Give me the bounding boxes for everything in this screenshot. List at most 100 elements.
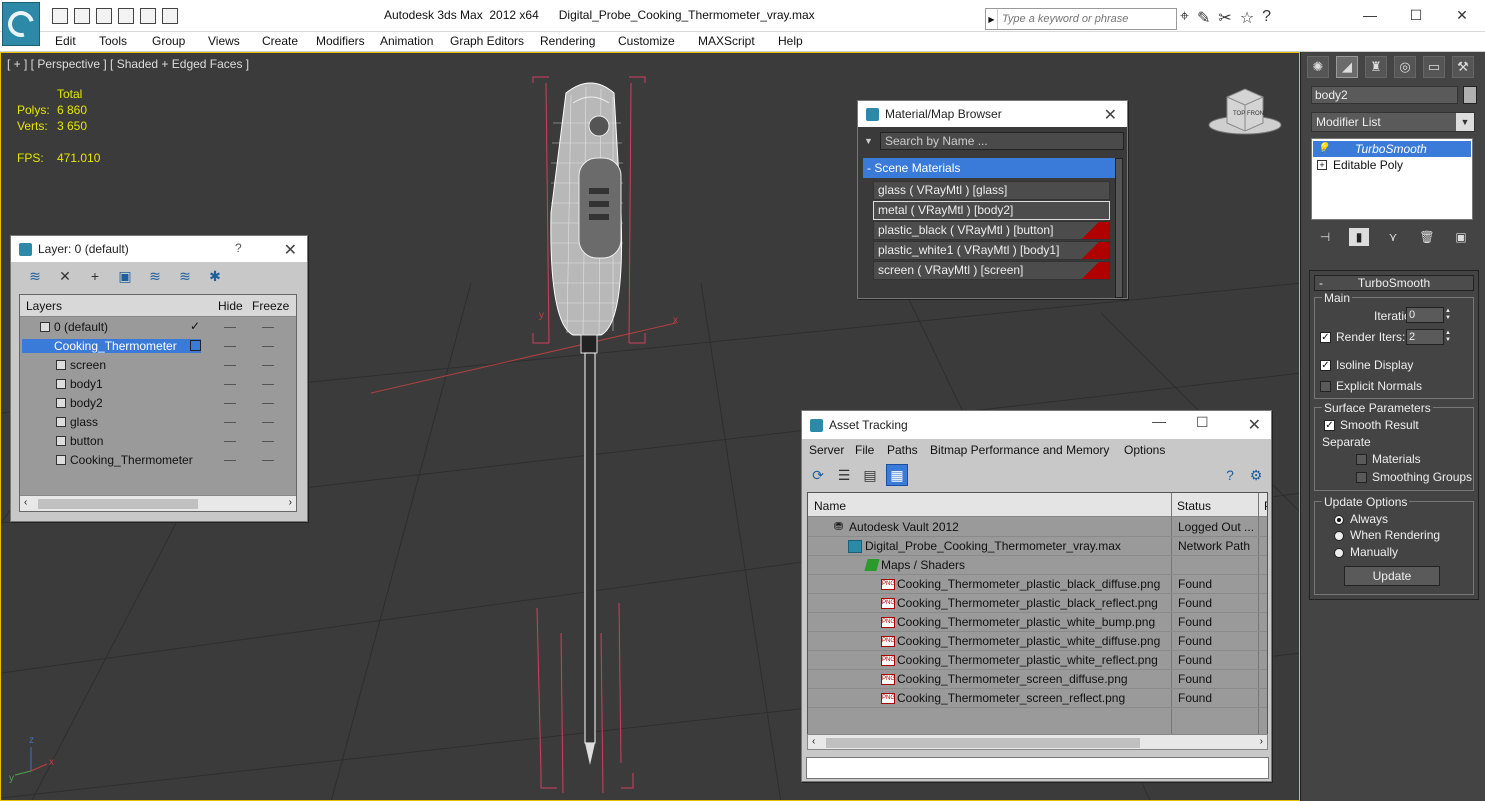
highlight-layer-icon[interactable]: ≋: [147, 268, 163, 284]
freeze-toggle[interactable]: [262, 346, 274, 347]
hide-all-icon[interactable]: ≋: [177, 268, 193, 284]
table-row[interactable]: PNG Cooking_Thermometer_plastic_white_re…: [808, 651, 1267, 670]
asset-horizontal-scrollbar[interactable]: ‹ ›: [807, 734, 1268, 750]
configure-modifier-sets-icon[interactable]: ▣: [1451, 228, 1471, 246]
open-folder-icon[interactable]: [52, 8, 68, 24]
hierarchy-tab-icon[interactable]: ♜: [1365, 56, 1387, 78]
scroll-right-icon[interactable]: ›: [1260, 736, 1263, 747]
layer-row[interactable]: Cooking_Thermometer: [20, 451, 296, 470]
table-row[interactable]: Maps / Shaders: [808, 556, 1267, 575]
asset-menu-options[interactable]: Options: [1124, 443, 1165, 457]
list-view-icon[interactable]: ☰: [836, 467, 852, 483]
vault-settings-icon[interactable]: ⚙: [1248, 467, 1264, 483]
table-row[interactable]: PNG Cooking_Thermometer_screen_diffuse.p…: [808, 670, 1267, 689]
tools-icon[interactable]: ✎: [1197, 8, 1210, 28]
render-iters-checkbox[interactable]: ✓: [1320, 332, 1331, 343]
utilities-tab-icon[interactable]: ⚒: [1452, 56, 1474, 78]
scroll-left-icon[interactable]: ‹: [24, 497, 27, 508]
freeze-toggle[interactable]: [262, 384, 274, 385]
freeze-toggle[interactable]: [262, 460, 274, 461]
new-scene-icon[interactable]: [140, 8, 156, 24]
col-freeze[interactable]: Freeze: [252, 299, 289, 313]
menu-maxscript[interactable]: MAXScript: [698, 34, 755, 48]
scroll-thumb[interactable]: [38, 499, 198, 509]
close-button[interactable]: ✕: [1439, 0, 1485, 30]
motion-tab-icon[interactable]: ◎: [1394, 56, 1416, 78]
freeze-toggle[interactable]: [262, 403, 274, 404]
hide-toggle[interactable]: [224, 327, 236, 328]
help-search-input[interactable]: [998, 10, 1174, 28]
stack-item-editable-poly[interactable]: + Editable Poly: [1313, 157, 1471, 173]
layer-row[interactable]: Cooking_Thermometer: [20, 337, 296, 356]
communication-center-icon[interactable]: ✂: [1218, 8, 1231, 28]
layer-horizontal-scrollbar[interactable]: ‹ ›: [20, 495, 296, 511]
material-browser-titlebar[interactable]: Material/Map Browser ✕: [858, 101, 1127, 127]
layer-row[interactable]: glass: [20, 413, 296, 432]
create-layer-icon[interactable]: ≋: [27, 268, 43, 284]
menu-views[interactable]: Views: [208, 34, 240, 48]
smoothing-groups-checkbox[interactable]: [1356, 472, 1367, 483]
project-folder-icon[interactable]: [162, 8, 178, 24]
asset-close-button[interactable]: ✕: [1248, 415, 1261, 435]
layer-dialog-close-button[interactable]: ✕: [284, 240, 297, 260]
hide-toggle[interactable]: [224, 384, 236, 385]
asset-menu-file[interactable]: File: [855, 443, 874, 457]
undo-icon[interactable]: [96, 8, 112, 24]
asset-menu-bitmap[interactable]: Bitmap Performance and Memory: [930, 443, 1109, 457]
scroll-right-icon[interactable]: ›: [289, 497, 292, 508]
refresh-icon[interactable]: ⟳: [810, 467, 826, 483]
freeze-all-icon[interactable]: ✱: [207, 268, 223, 284]
pin-stack-icon[interactable]: ⊣: [1315, 228, 1335, 246]
smooth-result-checkbox[interactable]: ✓: [1324, 420, 1335, 431]
material-search-input[interactable]: Search by Name ...: [880, 132, 1124, 150]
material-item[interactable]: screen ( VRayMtl ) [screen]: [873, 261, 1110, 280]
asset-maximize-button[interactable]: ☐: [1196, 414, 1209, 431]
hide-toggle[interactable]: [224, 422, 236, 423]
scroll-left-icon[interactable]: ‹: [812, 736, 815, 747]
hide-toggle[interactable]: [224, 460, 236, 461]
render-iters-spinner[interactable]: 2 ▲ ▼: [1406, 329, 1451, 345]
manually-radio[interactable]: [1334, 548, 1344, 558]
stack-item-turbosmooth[interactable]: 💡 TurboSmooth: [1313, 141, 1471, 157]
scene-materials-group[interactable]: - Scene Materials: [863, 158, 1116, 178]
table-view-icon[interactable]: ▦: [886, 464, 908, 486]
menu-tools[interactable]: Tools: [99, 34, 127, 48]
iterations-spinner[interactable]: 0 ▲ ▼: [1406, 307, 1451, 323]
select-objects-icon[interactable]: ▣: [117, 268, 133, 284]
help-icon[interactable]: ?: [1262, 8, 1271, 28]
material-item[interactable]: glass ( VRayMtl ) [glass]: [873, 181, 1110, 200]
isoline-display-checkbox[interactable]: ✓: [1320, 360, 1331, 371]
vault-help-icon[interactable]: ?: [1222, 467, 1238, 483]
binoculars-icon[interactable]: ⌖: [1180, 8, 1189, 28]
menu-group[interactable]: Group: [152, 34, 185, 48]
materials-checkbox[interactable]: [1356, 454, 1367, 465]
show-end-result-icon[interactable]: ▮: [1349, 228, 1369, 246]
favorites-icon[interactable]: ☆: [1240, 8, 1254, 28]
viewport-label-menu[interactable]: [ + ] [ Perspective ] [ Shaded + Edged F…: [7, 57, 249, 71]
asset-tracking-titlebar[interactable]: Asset Tracking — ☐ ✕: [802, 411, 1271, 439]
col-hide[interactable]: Hide: [218, 299, 243, 313]
freeze-toggle[interactable]: [262, 327, 274, 328]
redo-icon[interactable]: [118, 8, 134, 24]
hide-toggle[interactable]: [224, 346, 236, 347]
freeze-toggle[interactable]: [262, 422, 274, 423]
always-radio[interactable]: [1334, 515, 1344, 525]
material-scrollbar[interactable]: [1115, 158, 1123, 298]
col-layers[interactable]: Layers: [26, 299, 62, 313]
object-name-field[interactable]: body2: [1311, 86, 1458, 104]
material-item[interactable]: plastic_white1 ( VRayMtl ) [body1]: [873, 241, 1110, 260]
material-item[interactable]: plastic_black ( VRayMtl ) [button]: [873, 221, 1110, 240]
maximize-button[interactable]: ☐: [1393, 0, 1439, 30]
layer-help-button[interactable]: ?: [235, 241, 242, 255]
options-dropdown-icon[interactable]: ▼: [864, 136, 873, 146]
hide-toggle[interactable]: [224, 441, 236, 442]
make-unique-icon[interactable]: ⋎: [1383, 228, 1403, 246]
menu-create[interactable]: Create: [262, 34, 298, 48]
explicit-normals-checkbox[interactable]: [1320, 381, 1331, 392]
display-tab-icon[interactable]: ▭: [1423, 56, 1445, 78]
update-button[interactable]: Update: [1344, 566, 1440, 586]
asset-minimize-button[interactable]: —: [1152, 413, 1166, 429]
when-rendering-radio[interactable]: [1334, 531, 1344, 541]
create-tab-icon[interactable]: ✺: [1307, 56, 1329, 78]
spinner-arrows-icon[interactable]: ▲ ▼: [1445, 330, 1453, 344]
